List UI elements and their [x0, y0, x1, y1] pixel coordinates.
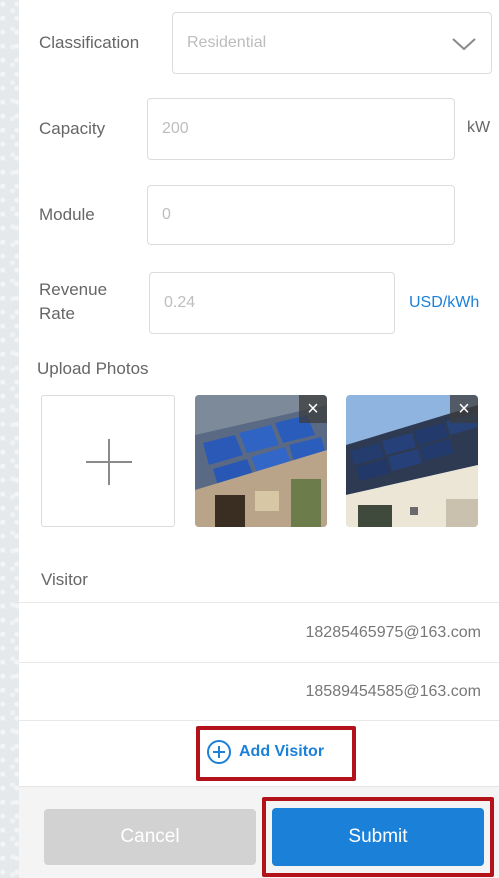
photo-thumbnail-1[interactable]: ×	[195, 395, 327, 527]
add-circle-icon	[207, 740, 231, 764]
visitor-row[interactable]: 18589454585@163.com	[19, 662, 499, 720]
revenue-rate-unit[interactable]: USD/kWh	[409, 294, 479, 312]
visitor-row[interactable]: 18285465975@163.com	[19, 602, 499, 662]
module-value: 0	[162, 206, 171, 223]
capacity-value: 200	[162, 120, 189, 137]
revenue-rate-value: 0.24	[164, 294, 196, 311]
project-form-panel: Classification Residential Capacity 200 …	[19, 0, 499, 878]
capacity-unit: kW	[467, 119, 491, 136]
cancel-button[interactable]: Cancel	[44, 809, 256, 865]
classification-label: Classification	[39, 33, 140, 52]
photo-thumbnail-2[interactable]: ×	[346, 395, 478, 527]
remove-photo-2-icon[interactable]: ×	[450, 395, 478, 423]
module-label: Module	[39, 205, 95, 224]
remove-photo-1-icon[interactable]: ×	[299, 395, 327, 423]
submit-button[interactable]: Submit	[272, 808, 484, 866]
revenue-rate-label-line1: Revenue	[39, 280, 108, 299]
classification-value: Residential	[187, 34, 267, 51]
add-visitor-label: Add Visitor	[239, 743, 325, 760]
revenue-rate-label-line2: Rate	[39, 304, 75, 323]
revenue-rate-input[interactable]: 0.24	[149, 272, 395, 334]
classification-select[interactable]: Residential	[172, 12, 492, 74]
visitor-email: 18285465975@163.com	[305, 623, 482, 641]
visitor-email: 18589454585@163.com	[305, 682, 482, 700]
visitor-title: Visitor	[41, 570, 88, 589]
chevron-down-icon	[452, 38, 476, 51]
add-visitor-button[interactable]: Add Visitor	[207, 740, 324, 764]
upload-photos-label: Upload Photos	[37, 359, 149, 378]
add-photo-button[interactable]	[41, 395, 175, 527]
capacity-input[interactable]: 200	[147, 98, 455, 160]
module-input[interactable]: 0	[147, 185, 455, 245]
capacity-label: Capacity	[39, 119, 106, 138]
row-divider	[19, 720, 499, 721]
